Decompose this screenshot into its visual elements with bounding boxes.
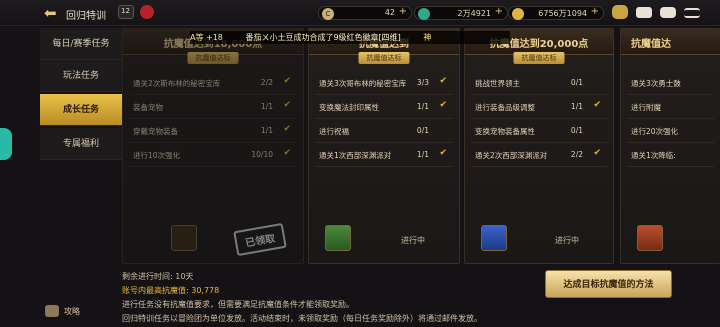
task-row: 通关2次西部深渊派对 2/2 ✔ xyxy=(471,143,607,167)
add-currency2-button[interactable]: + xyxy=(495,6,503,17)
broadcast-banner: A等 +18 番茄ㄨ小土豆成功合成了9级红色徽章[四维] 神 xyxy=(190,31,510,44)
gift-icon[interactable] xyxy=(140,5,154,19)
task-card-3: 抗魔值达到20,000点 抗魔值达标 挑战世界领主 0/1 进行装备品级调整 1/1… xyxy=(464,28,614,264)
claimed-stamp: 已领取 xyxy=(233,222,287,257)
task-row: 进行祝福 0/1 xyxy=(315,119,453,143)
card-badge: 抗魔值达标 xyxy=(358,52,410,64)
sidebar-item-exclusive[interactable]: 专属福利 xyxy=(40,128,122,160)
sidebar-item-daily-season[interactable]: 每日/赛季任务 xyxy=(40,28,122,60)
check-icon: ✔ xyxy=(283,148,291,158)
reward-chest-icon[interactable] xyxy=(481,225,507,251)
check-icon: ✔ xyxy=(593,100,601,110)
sidebar-item-growth[interactable]: 成长任务 xyxy=(40,94,122,126)
side-shortcut-tab[interactable] xyxy=(0,128,12,160)
check-icon: ✔ xyxy=(283,76,291,86)
task-card-4: 抗魔值达 通关3次勇士鼓 进行附魔 进行20次强化 通关1次降临: xyxy=(620,28,720,264)
note-line-1: 进行任务没有抗魔值要求，但需要满足抗魔值条件才能领取奖励。 xyxy=(122,300,354,309)
add-currency3-button[interactable]: + xyxy=(591,6,599,17)
max-resistance-value: 账号内最高抗魔值: 30,778 xyxy=(122,286,220,295)
currency-pill-1: C 42 + xyxy=(318,6,412,20)
task-row: 进行装备品级调整 1/1 ✔ xyxy=(471,95,607,119)
remaining-time: 剩余进行时间: 10天 xyxy=(122,272,194,281)
status-text: 进行中 xyxy=(555,236,579,245)
task-row: 进行10次强化 10/10 ✔ xyxy=(129,143,297,167)
task-row: 变换魔法封印属性 1/1 ✔ xyxy=(315,95,453,119)
calendar-icon[interactable]: 12 xyxy=(118,5,134,19)
bag-icon[interactable] xyxy=(612,5,628,19)
task-row: 装备宠物 1/1 ✔ xyxy=(129,95,297,119)
status-text: 进行中 xyxy=(401,236,425,245)
menu-icon[interactable] xyxy=(684,8,700,18)
card-badge: 抗魔值达标 xyxy=(513,52,565,64)
guide-link[interactable]: 攻略 xyxy=(64,306,80,317)
sidebar: 每日/赛季任务 玩法任务 成长任务 专属福利 xyxy=(40,28,122,164)
card-badge: 抗魔值达标 xyxy=(187,52,239,64)
card-title: 抗魔值达 xyxy=(631,39,671,50)
check-icon: ✔ xyxy=(439,76,447,86)
mail-icon[interactable] xyxy=(636,7,652,18)
task-row: 进行20次强化 xyxy=(627,119,714,143)
cera-coin-icon: C xyxy=(322,8,334,20)
task-row: 通关3次哥布林的秘密宝库 3/3 ✔ xyxy=(315,71,453,95)
reward-chest-icon[interactable] xyxy=(325,225,351,251)
task-card-1: 抗魔值达到18,000点 抗魔值达标 通关2次斯布林的秘密宝库 2/2 ✔ 装备宠物… xyxy=(122,28,304,264)
page-title: 回归特训 xyxy=(66,11,106,22)
back-arrow-icon[interactable]: ⬅ xyxy=(44,5,60,21)
task-row: 进行附魔 xyxy=(627,95,714,119)
check-icon: ✔ xyxy=(593,148,601,158)
task-card-2: 抗魔值达到 抗魔值达标 通关3次哥布林的秘密宝库 3/3 ✔ 变换魔法封印属性 1/1… xyxy=(308,28,460,264)
top-bar: ⬅ 回归特训 12 C 42 + 2万4921 + 6756万1094 + xyxy=(0,0,720,26)
check-icon: ✔ xyxy=(439,100,447,110)
reach-target-method-button[interactable]: 达成目标抗魔值的方法 xyxy=(545,270,672,298)
chat-icon[interactable] xyxy=(660,7,676,18)
currency-pill-2: 2万4921 + xyxy=(414,6,508,20)
task-row: 通关1次西部深渊派对 1/1 ✔ xyxy=(315,143,453,167)
check-icon: ✔ xyxy=(439,148,447,158)
task-row: 通关1次降临: xyxy=(627,143,714,167)
task-row: 挑战世界领主 0/1 xyxy=(471,71,607,95)
check-icon: ✔ xyxy=(283,100,291,110)
reward-chest-icon[interactable] xyxy=(171,225,197,251)
reward-chest-icon[interactable] xyxy=(637,225,663,251)
currency-pill-3: 6756万1094 + xyxy=(508,6,604,20)
add-currency1-button[interactable]: + xyxy=(399,6,407,17)
note-line-2: 回归特训任务以冒险团为单位发放。活动结束时，未领取奖励（每日任务奖励除外）将通过… xyxy=(122,314,482,323)
task-row: 变换宠物装备属性 0/1 xyxy=(471,119,607,143)
gem-icon xyxy=(418,8,430,20)
gold-coin-icon xyxy=(512,8,524,20)
task-row: 通关2次斯布林的秘密宝库 2/2 ✔ xyxy=(129,71,297,95)
task-row: 通关3次勇士鼓 xyxy=(627,71,714,95)
guide-icon[interactable] xyxy=(45,305,59,317)
sidebar-item-gameplay[interactable]: 玩法任务 xyxy=(40,60,122,92)
task-row: 穿戴宠物装备 1/1 ✔ xyxy=(129,119,297,143)
check-icon: ✔ xyxy=(283,124,291,134)
